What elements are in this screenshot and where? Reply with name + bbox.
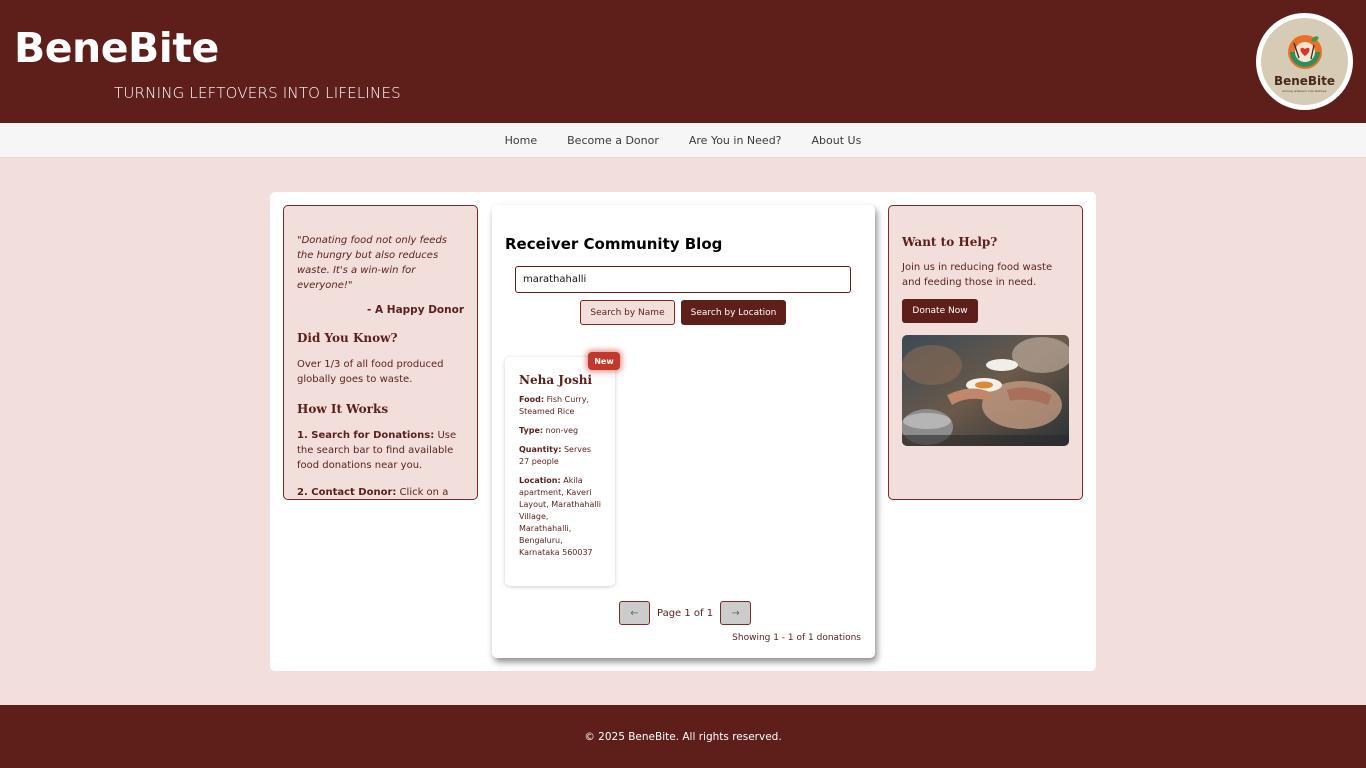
nav-home[interactable]: Home: [505, 134, 537, 147]
nav-about-us[interactable]: About Us: [812, 134, 862, 147]
logo-subtext: turning leftovers into lifelines: [1282, 88, 1327, 93]
donation-card[interactable]: Neha Joshi Food: Fish Curry, Steamed Ric…: [505, 357, 615, 586]
new-badge: New: [588, 352, 620, 370]
pagination: ← Page 1 of 1 →: [619, 601, 752, 625]
logo-badge: BeneBite turning leftovers into lifeline…: [1261, 18, 1348, 105]
donor-quote: "Donating food not only feeds the hungry…: [297, 235, 447, 291]
logo[interactable]: BeneBite turning leftovers into lifeline…: [1256, 13, 1353, 110]
did-you-know-heading: Did You Know?: [297, 331, 398, 345]
step-1: 1. Search for Donations: Use the search …: [297, 428, 464, 473]
quantity-label: Quantity:: [519, 445, 562, 454]
step-2: 2. Contact Donor: Click on a donation to…: [297, 485, 464, 499]
donate-now-button[interactable]: Donate Now: [902, 299, 978, 323]
page-label: Page 1 of 1: [657, 607, 714, 619]
logo-text: BeneBite: [1273, 73, 1336, 88]
prev-page-button[interactable]: ←: [619, 601, 650, 625]
quote-author: - A Happy Donor: [367, 304, 464, 316]
location-line: Location: Akila apartment, Kaveri Layout…: [519, 475, 602, 559]
main-nav: Home Become a Donor Are You in Need? Abo…: [0, 123, 1366, 158]
type-line: Type: non-veg: [519, 425, 602, 437]
next-page-button[interactable]: →: [720, 601, 752, 625]
want-to-help-heading: Want to Help?: [902, 235, 998, 249]
search-input[interactable]: [515, 266, 851, 293]
food-line: Food: Fish Curry, Steamed Rice: [519, 394, 602, 418]
step-1-label: 1. Search for Donations:: [297, 430, 435, 441]
site-header: BeneBite TURNING LEFTOVERS INTO LIFELINE…: [0, 0, 1366, 123]
food-sharing-image: [902, 335, 1069, 446]
did-you-know-text: Over 1/3 of all food produced globally g…: [297, 359, 444, 385]
donor-name: Neha Joshi: [519, 373, 593, 387]
search-by-location-button[interactable]: Search by Location: [681, 300, 786, 325]
nav-become-donor[interactable]: Become a Donor: [567, 134, 659, 147]
site-footer: © 2025 BeneBite. All rights reserved.: [0, 705, 1366, 768]
search-by-name-button[interactable]: Search by Name: [580, 300, 675, 325]
location-value: Akila apartment, Kaveri Layout, Marathah…: [519, 476, 602, 557]
info-sidebar: "Donating food not only feeds the hungry…: [283, 205, 478, 500]
food-label: Food:: [519, 395, 545, 404]
quantity-line: Quantity: Serves 27 people: [519, 444, 602, 468]
step-2-label: 2. Contact Donor:: [297, 487, 397, 498]
type-value: non-veg: [543, 426, 579, 435]
nav-in-need[interactable]: Are You in Need?: [689, 134, 782, 147]
food-bowl-icon: [1287, 34, 1322, 69]
brand-name: BeneBite: [14, 24, 219, 72]
help-sidebar: Want to Help? Join us in reducing food w…: [888, 205, 1083, 500]
how-it-works-heading: How It Works: [297, 402, 389, 416]
blog-title: Receiver Community Blog: [505, 235, 723, 253]
results-count: Showing 1 - 1 of 1 donations: [732, 633, 861, 643]
help-text: Join us in reducing food waste and feedi…: [902, 262, 1053, 288]
tagline: TURNING LEFTOVERS INTO LIFELINES: [114, 84, 401, 102]
copyright-text: © 2025 BeneBite. All rights reserved.: [584, 730, 782, 743]
community-blog: Receiver Community Blog Search by Name S…: [492, 205, 875, 658]
location-label: Location:: [519, 476, 561, 485]
type-label: Type:: [519, 426, 544, 435]
